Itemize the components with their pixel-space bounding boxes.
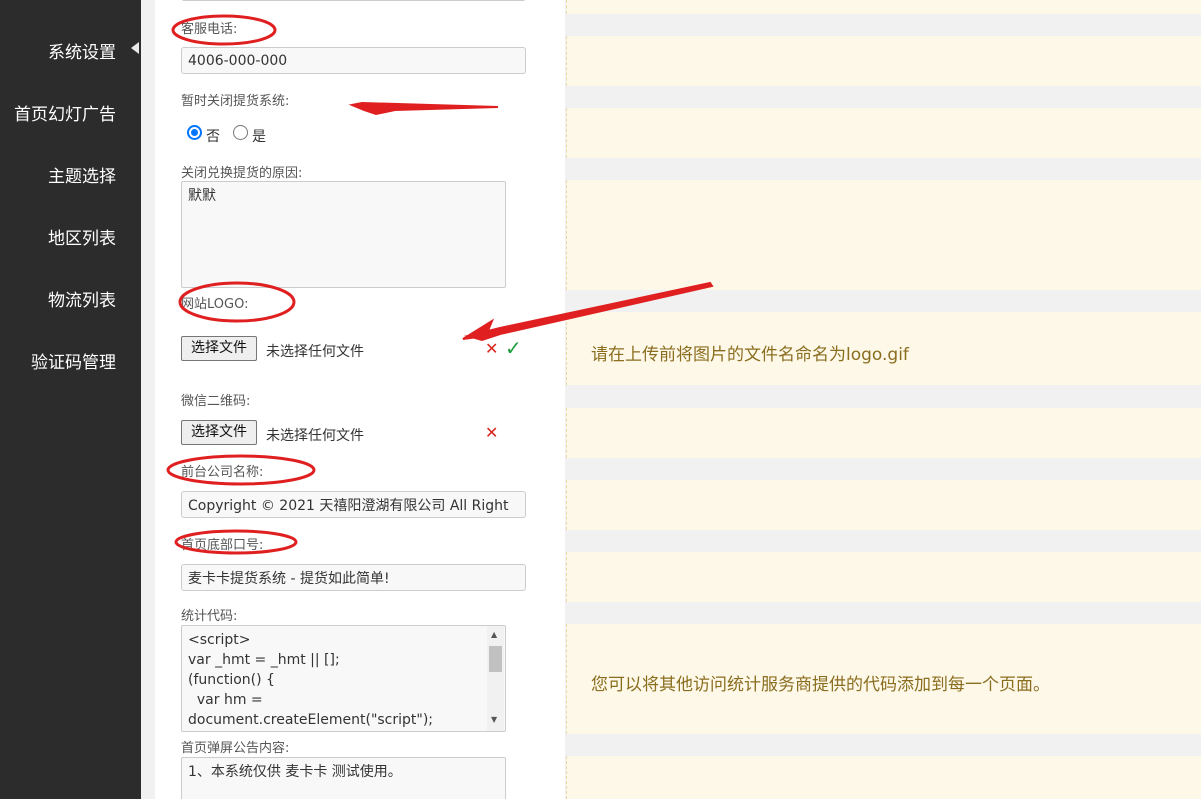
scroll-thumb[interactable] xyxy=(489,646,502,672)
close-system-yes-label: 是 xyxy=(252,129,266,145)
wechat-qr-choose-file-button[interactable]: 选择文件 xyxy=(181,420,257,445)
wechat-qr-remove-icon[interactable]: ✕ xyxy=(485,423,498,442)
close-system-no-label: 否 xyxy=(206,129,220,145)
sidebar-item-home-slides[interactable]: 首页幻灯广告 xyxy=(14,100,116,125)
logo-tip-text: 请在上传前将图片的文件名命名为logo.gif xyxy=(591,345,909,365)
tip-band xyxy=(566,36,1201,86)
logo-file-status: 未选择任何文件 xyxy=(266,344,364,360)
scroll-up-arrow-icon[interactable]: ▲ xyxy=(491,630,497,639)
logo-choose-file-button[interactable]: 选择文件 xyxy=(181,336,257,361)
stats-code-scrollbar[interactable]: ▲ ▼ xyxy=(487,626,504,731)
previous-field[interactable] xyxy=(181,0,526,1)
close-reason-textarea[interactable]: 默默 xyxy=(181,181,506,288)
stats-code-label: 统计代码: xyxy=(181,609,238,624)
logo-confirm-icon: ✓ xyxy=(505,336,522,360)
tip-band xyxy=(566,480,1201,530)
sidebar-item-regions[interactable]: 地区列表 xyxy=(48,224,116,249)
scroll-down-arrow-icon[interactable]: ▼ xyxy=(491,715,497,724)
popup-notice-label: 首页弹屏公告内容: xyxy=(181,741,290,756)
stats-code-textarea[interactable]: <script> var _hmt = _hmt || []; (functio… xyxy=(181,625,506,732)
settings-form: 客服电话: 暂时关闭提货系统: 否 是 关闭兑换提货的原因: 默默 网站LOGO… xyxy=(155,0,565,799)
company-name-label: 前台公司名称: xyxy=(181,465,264,480)
sidebar-item-theme[interactable]: 主题选择 xyxy=(48,162,116,187)
sidebar-item-system-settings[interactable]: 系统设置 xyxy=(48,38,116,63)
active-caret-icon xyxy=(131,42,139,54)
tip-band xyxy=(566,756,1201,799)
footer-slogan-input[interactable] xyxy=(181,564,526,591)
stats-tip-text: 您可以将其他访问统计服务商提供的代码添加到每一个页面。 xyxy=(591,675,1050,695)
sidebar: 系统设置 首页幻灯广告 主题选择 地区列表 物流列表 验证码管理 xyxy=(0,0,141,799)
wechat-qr-file-status: 未选择任何文件 xyxy=(266,428,364,444)
tip-band xyxy=(566,408,1201,458)
close-system-no-radio[interactable] xyxy=(187,125,202,140)
logo-remove-icon[interactable]: ✕ xyxy=(485,339,498,358)
wechat-qr-label: 微信二维码: xyxy=(181,394,251,409)
hotline-label: 客服电话: xyxy=(181,22,238,37)
tip-band-logo: 请在上传前将图片的文件名命名为logo.gif xyxy=(566,312,1201,385)
tip-band xyxy=(566,180,1201,290)
sidebar-item-captcha[interactable]: 验证码管理 xyxy=(31,348,116,373)
tip-band xyxy=(566,108,1201,158)
tip-band-stats: 您可以将其他访问统计服务商提供的代码添加到每一个页面。 xyxy=(566,624,1201,734)
close-reason-label: 关闭兑换提货的原因: xyxy=(181,166,303,181)
company-name-input[interactable] xyxy=(181,491,526,518)
hotline-input[interactable] xyxy=(181,47,526,74)
tip-band xyxy=(566,0,1201,14)
popup-notice-textarea[interactable]: 1、本系统仅供 麦卡卡 测试使用。 xyxy=(181,757,506,799)
sidebar-item-logistics[interactable]: 物流列表 xyxy=(48,286,116,311)
tip-band xyxy=(566,552,1201,602)
close-system-label: 暂时关闭提货系统: xyxy=(181,94,290,109)
close-system-yes-radio[interactable] xyxy=(233,125,248,140)
footer-slogan-label: 首页底部口号: xyxy=(181,538,264,553)
logo-label: 网站LOGO: xyxy=(181,297,249,312)
